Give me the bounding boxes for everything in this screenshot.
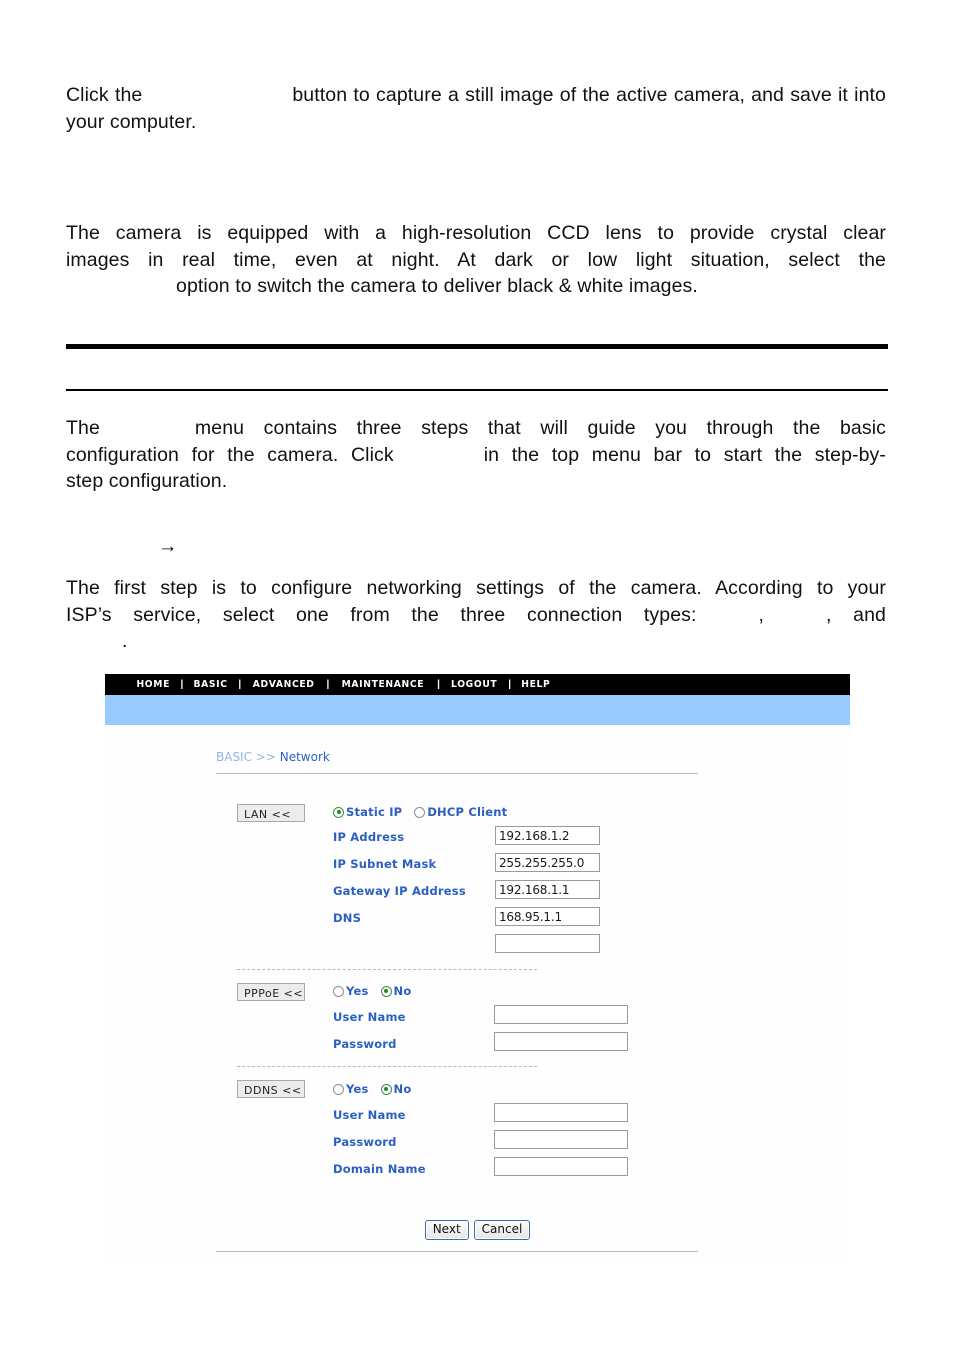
nav-item-basic[interactable]: BASIC xyxy=(194,679,228,690)
nav-separator: | xyxy=(326,679,330,690)
basic-menu-paragraph: The menu contains three steps that will g… xyxy=(66,415,886,495)
network-line-2: ISP’s service, select one from the three… xyxy=(66,602,886,629)
cancel-button[interactable]: Cancel xyxy=(473,1220,531,1240)
snapshot-paragraph: Click the button to capture a still image… xyxy=(66,82,886,135)
ddns-enable-radio-group: Yes No xyxy=(333,1082,423,1096)
input-ddns-user-name[interactable] xyxy=(494,1103,628,1122)
ddns-section-divider xyxy=(237,1066,537,1067)
network-line-2-before: ISP’s service, select one from the three… xyxy=(66,603,697,626)
page-content-area: BASIC >> Network LAN << Static IP DHCP C… xyxy=(105,725,850,1262)
label-dns: DNS xyxy=(333,911,362,925)
lan-connection-type-radio-group: Static IP DHCP Client xyxy=(333,805,519,819)
section-divider-thick xyxy=(66,344,888,349)
camera-web-ui-screenshot: HOME | BASIC | ADVANCED | MAINTENANCE | … xyxy=(105,674,850,1262)
nav-separator: | xyxy=(508,679,512,690)
ddns-section-button[interactable]: DDNS << xyxy=(237,1080,305,1098)
radio-dhcp-client-label: DHCP Client xyxy=(427,805,508,819)
breadcrumb: BASIC >> Network xyxy=(216,750,330,764)
sub-menu-bar xyxy=(105,695,850,725)
ccd-line-3-wrap: option to switch the camera to deliver b… xyxy=(66,273,886,300)
label-ip-address: IP Address xyxy=(333,830,405,844)
network-line-3-wrap: . xyxy=(66,628,886,655)
breadcrumb-parent[interactable]: BASIC xyxy=(216,750,252,764)
nav-separator: | xyxy=(238,679,242,690)
next-button[interactable]: Next xyxy=(424,1220,469,1240)
label-pppoe-user-name: User Name xyxy=(333,1010,406,1024)
radio-pppoe-no-label: No xyxy=(393,984,412,998)
pppoe-section-button[interactable]: PPPoE << xyxy=(237,983,305,1001)
network-line-2-mid: , xyxy=(758,603,765,626)
ccd-line-1: The camera is equipped with a high-resol… xyxy=(66,222,886,244)
basic-line-3: step configuration. xyxy=(66,470,228,492)
nav-item-help[interactable]: HELP xyxy=(521,679,550,690)
lan-section-button-label: LAN << xyxy=(244,808,292,821)
basic-line-2: configuration for the camera. Click in th… xyxy=(66,442,886,469)
input-ip-address[interactable]: 192.168.1.2 xyxy=(495,826,600,845)
radio-ddns-no-label: No xyxy=(393,1082,412,1096)
basic-line-2-before: configuration for the camera. Click xyxy=(66,443,394,466)
basic-line-1-after: menu contains three steps that will guid… xyxy=(194,417,886,439)
ccd-line-3: option to switch the camera to deliver b… xyxy=(176,275,698,297)
section-divider-thin xyxy=(66,389,888,391)
label-ddns-domain-name: Domain Name xyxy=(333,1162,426,1176)
content-bottom-rule xyxy=(216,1251,698,1252)
top-menu-bar: HOME | BASIC | ADVANCED | MAINTENANCE | … xyxy=(105,674,850,695)
radio-dhcp-client[interactable] xyxy=(414,806,426,818)
basic-line-1-before: The xyxy=(66,417,100,439)
label-ip-subnet-mask: IP Subnet Mask xyxy=(333,857,437,871)
breadcrumb-current: Network xyxy=(279,750,330,764)
nav-item-advanced[interactable]: ADVANCED xyxy=(253,679,315,690)
pppoe-enable-radio-group: Yes No xyxy=(333,984,423,998)
nav-item-maintenance[interactable]: MAINTENANCE xyxy=(342,679,425,690)
pppoe-section-button-label: PPPoE << xyxy=(244,987,304,1000)
input-pppoe-user-name[interactable] xyxy=(494,1005,628,1024)
nav-separator: | xyxy=(437,679,440,690)
right-arrow-icon: → xyxy=(158,535,178,557)
ccd-paragraph: The camera is equipped with a high-resol… xyxy=(66,220,886,300)
nav-item-home[interactable]: HOME xyxy=(136,679,170,690)
network-line-3: . xyxy=(122,630,128,652)
snapshot-text-after: button to capture a still image of the a… xyxy=(66,84,886,133)
form-action-buttons: Next Cancel xyxy=(105,1220,850,1240)
input-ddns-domain-name[interactable] xyxy=(494,1157,628,1176)
basic-line-2-after: in the top menu bar to start the step-by… xyxy=(483,443,886,466)
lan-section-button[interactable]: LAN << xyxy=(237,804,305,822)
network-step-paragraph: The first step is to configure networkin… xyxy=(66,575,886,655)
radio-pppoe-yes[interactable] xyxy=(333,985,344,997)
nav-separator: | xyxy=(180,679,184,690)
label-ddns-password: Password xyxy=(333,1135,397,1149)
label-gateway-ip-address: Gateway IP Address xyxy=(333,884,466,898)
ccd-line-2: images in real time, even at night. At d… xyxy=(66,248,886,271)
basic-line-1: The menu contains three steps that will g… xyxy=(66,415,886,442)
radio-static-ip[interactable] xyxy=(333,806,344,818)
radio-ddns-no[interactable] xyxy=(380,1083,392,1095)
snapshot-text-before: Click the xyxy=(66,84,143,106)
input-pppoe-password[interactable] xyxy=(494,1032,628,1051)
nav-item-logout[interactable]: LOGOUT xyxy=(451,679,497,690)
network-line-1: The first step is to configure networkin… xyxy=(66,577,886,599)
content-top-rule xyxy=(216,773,698,774)
pppoe-section-divider xyxy=(237,969,537,970)
input-ip-subnet-mask[interactable]: 255.255.255.0 xyxy=(495,853,600,872)
ddns-section-button-label: DDNS << xyxy=(244,1084,302,1097)
network-line-2-after: , and xyxy=(826,603,886,626)
input-ddns-password[interactable] xyxy=(494,1130,628,1149)
radio-pppoe-yes-label: Yes xyxy=(346,984,369,998)
label-ddns-user-name: User Name xyxy=(333,1108,406,1122)
radio-ddns-yes-label: Yes xyxy=(346,1082,369,1096)
breadcrumb-separator: >> xyxy=(251,750,280,764)
input-gateway-ip-address[interactable]: 192.168.1.1 xyxy=(495,880,600,899)
label-pppoe-password: Password xyxy=(333,1037,397,1051)
radio-static-ip-label: Static IP xyxy=(346,805,403,819)
radio-ddns-yes[interactable] xyxy=(333,1083,344,1095)
radio-pppoe-no[interactable] xyxy=(380,985,392,997)
input-dns-secondary[interactable] xyxy=(495,934,600,953)
step-arrow-line: → xyxy=(158,534,178,558)
input-dns-primary[interactable]: 168.95.1.1 xyxy=(495,907,600,926)
